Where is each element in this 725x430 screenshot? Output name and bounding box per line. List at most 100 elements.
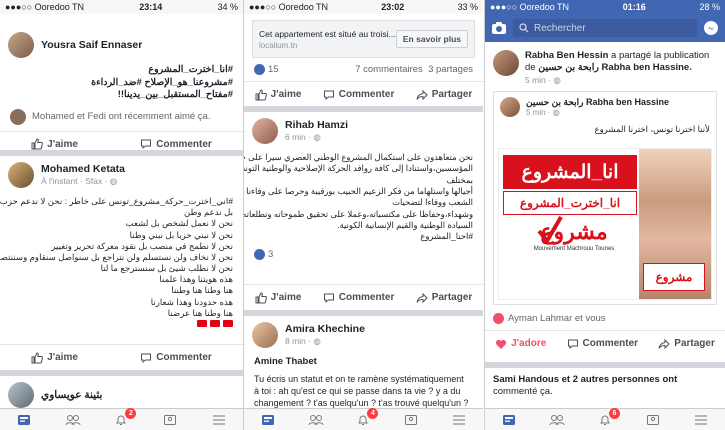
reaction-summary[interactable]: Ayman Lahmar et vous <box>508 313 606 324</box>
like-reaction-icon <box>254 64 265 75</box>
status-bar: ●●●○○ Ooredoo TN 23:14 34 % <box>0 0 243 14</box>
friends-icon <box>65 414 81 425</box>
party-logo: مشروع Mouvement Machrouu Tounes <box>529 216 619 269</box>
marketplace-icon <box>164 414 177 425</box>
thumbs-up-icon <box>255 88 267 100</box>
poster-line-2: انا_اخترت_المشروع <box>503 191 637 216</box>
like-button[interactable]: J'aime <box>31 138 78 150</box>
like-label: J'aime <box>47 138 78 150</box>
like-button[interactable]: J'aime <box>255 88 302 101</box>
like-count[interactable]: 15 <box>268 64 279 75</box>
battery: 28 % <box>699 2 720 12</box>
tab-menu[interactable] <box>451 413 467 427</box>
post-text-line: المؤسسين،واستنادا إلى كافة روافد الحركة … <box>244 163 473 174</box>
comment-label: Commenter <box>156 138 212 150</box>
reaction-summary[interactable]: Mohamed et Fedi ont récemment aimé ça. <box>32 111 210 122</box>
comment-button[interactable]: Commenter <box>323 292 394 304</box>
tab-friends[interactable] <box>65 413 81 427</box>
comment-icon <box>141 139 152 150</box>
search-input[interactable]: Rechercher <box>513 19 697 37</box>
share-button[interactable]: Partager <box>416 89 472 101</box>
avatar[interactable] <box>8 382 34 408</box>
party-logo-subtitle: Mouvement Machrouu Tounes <box>533 246 615 253</box>
notification-badge: 4 <box>367 407 379 419</box>
tunisia-flag-icon <box>197 319 207 327</box>
tab-marketplace[interactable] <box>403 413 419 427</box>
news-feed-icon <box>261 414 274 425</box>
avatar[interactable] <box>8 32 34 58</box>
like-label: J'aime <box>270 89 302 100</box>
link-preview[interactable]: Cet appartement est situé au troisi... l… <box>252 20 475 58</box>
notification-badge: 6 <box>609 407 620 419</box>
avatar[interactable] <box>500 97 520 118</box>
tagged-person[interactable]: Amine Thabet <box>244 350 483 371</box>
comment-count[interactable]: 7 commentaires <box>355 64 423 75</box>
post-author[interactable]: Yousra Saif Ennaser <box>41 39 142 52</box>
tab-news-feed[interactable] <box>16 413 32 427</box>
tab-friends[interactable] <box>549 413 565 427</box>
tab-menu[interactable] <box>693 413 709 427</box>
comment-button[interactable]: Commenter <box>140 138 212 150</box>
activity-card[interactable]: Sami Handous et 2 autres personnes ont c… <box>485 368 725 408</box>
shared-of[interactable]: رابحة بن حسين Rabha ben Hassine. <box>538 62 692 73</box>
like-button[interactable]: J'aime <box>31 351 78 364</box>
tab-notifications[interactable]: 2 <box>113 407 137 427</box>
share-label: Partager <box>431 292 473 303</box>
avatar[interactable] <box>252 118 278 144</box>
tab-notifications[interactable]: 6 <box>597 407 620 427</box>
post-author[interactable]: بثينة عويساوي <box>41 389 102 402</box>
adore-button[interactable]: J'adore <box>495 338 546 350</box>
comment-button[interactable]: Commenter <box>140 352 212 364</box>
tab-news-feed[interactable] <box>501 413 517 427</box>
post-author[interactable]: Mohamed Ketata <box>41 163 125 176</box>
post-text-line: وشهداء،وحفاظا على مكتسباته،وعملا على تحق… <box>244 208 473 219</box>
carrier: ●●●○○ Ooredoo TN <box>249 2 329 12</box>
learn-more-button[interactable]: En savoir plus <box>395 30 468 48</box>
menu-icon <box>453 415 466 424</box>
checkmark-icon <box>537 216 563 245</box>
avatar[interactable] <box>252 322 278 348</box>
post-card: Mohamed Ketata À l'instant · Sfax · ◍ #ا… <box>0 156 243 370</box>
tab-friends[interactable] <box>308 413 324 427</box>
post-meta[interactable]: 6 min · <box>285 132 311 142</box>
friends-icon <box>549 414 565 425</box>
clock: 23:14 <box>139 2 163 12</box>
post-text-line: نحن لا نطمح في منصب بل نقود معركة تحرير … <box>51 240 233 251</box>
screen-3: ●●●○○ Ooredoo TN 01:16 28 % Rechercher R… <box>484 0 725 430</box>
share-icon <box>416 292 428 303</box>
tab-marketplace[interactable] <box>162 413 178 427</box>
tab-marketplace[interactable] <box>645 413 661 427</box>
tab-notifications[interactable]: 4 <box>355 407 379 427</box>
post-meta[interactable]: À l'instant · Sfax · <box>41 176 107 186</box>
news-feed-icon <box>18 414 31 425</box>
shared-post[interactable]: رابحة بن حسين Rabha ben Hassine 5 min · … <box>493 91 717 306</box>
post-text-line: بل ندعم وطن <box>184 207 233 218</box>
campaign-poster[interactable]: انا_المشروع انا_اخترت_المشروع مشروع Mouv… <box>498 148 712 301</box>
share-button[interactable]: Partager <box>416 292 473 304</box>
post-author[interactable]: Rihab Hamzi <box>285 119 348 132</box>
comment-button[interactable]: Commenter <box>323 89 394 101</box>
messenger-icon[interactable] <box>703 20 719 36</box>
avatar[interactable] <box>8 162 34 188</box>
news-feed-icon <box>503 414 515 425</box>
like-button[interactable]: J'aime <box>255 291 301 304</box>
tab-menu[interactable] <box>211 413 227 427</box>
post-text-line: #انا_اخترت_المشروع <box>148 64 233 75</box>
battery: 33 % <box>457 2 478 12</box>
shared-post-author[interactable]: رابحة بن حسين Rabha ben Hassine <box>526 97 669 108</box>
share-button[interactable]: Partager <box>658 338 715 350</box>
like-label: J'aime <box>47 352 78 363</box>
share-count[interactable]: 3 partages <box>428 64 473 75</box>
globe-icon: ◍ <box>313 131 321 142</box>
post-author[interactable]: Amira Khechine <box>285 323 365 336</box>
tab-news-feed[interactable] <box>260 413 276 427</box>
camera-icon[interactable] <box>491 21 507 35</box>
post-author[interactable]: Rabha Ben Hessin <box>525 50 608 61</box>
party-badge-text: مشروع <box>655 270 693 285</box>
like-count[interactable]: 3 <box>268 249 273 260</box>
comment-button[interactable]: Commenter <box>567 338 638 350</box>
post-meta[interactable]: 5 min · <box>525 75 551 85</box>
avatar[interactable] <box>493 50 519 76</box>
shared-post-text: لأننا اخترنا تونس، اخترنا المشروع <box>594 124 711 135</box>
post-meta[interactable]: 8 min · <box>285 336 311 346</box>
